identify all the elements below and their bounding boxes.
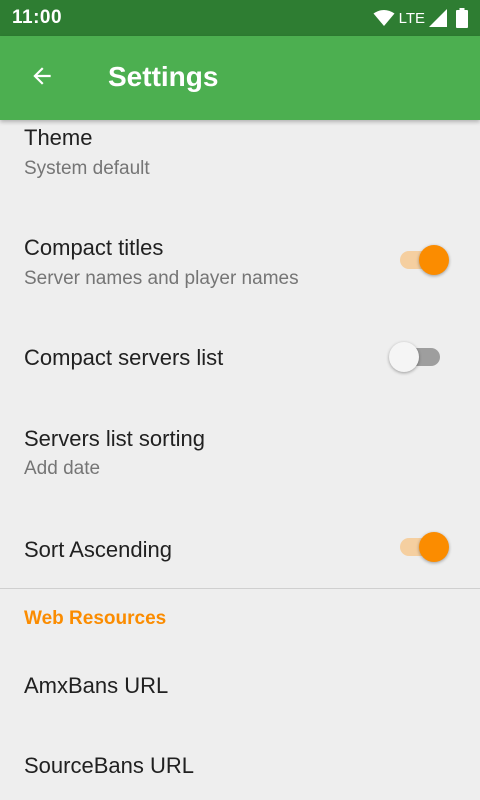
pref-title: Sort Ascending	[24, 537, 172, 562]
category-web-resources: Web Resources	[24, 608, 167, 629]
pref-summary: Add date	[24, 458, 101, 479]
switch-thumb	[419, 532, 449, 562]
page-title: Settings	[108, 61, 219, 92]
battery-icon	[456, 8, 468, 28]
pref-title: SourceBans URL	[24, 753, 194, 778]
pref-servers-list-sorting[interactable]: Servers list sorting Add date	[0, 405, 480, 505]
sort-ascending-switch[interactable]	[396, 527, 452, 567]
compact-titles-switch[interactable]	[396, 240, 452, 280]
pref-title: Servers list sorting	[24, 426, 205, 451]
back-button[interactable]	[20, 58, 64, 98]
switch-thumb	[389, 342, 419, 372]
wifi-icon	[373, 9, 395, 27]
network-type-label: LTE	[398, 9, 425, 27]
compact-servers-list-switch[interactable]	[389, 337, 452, 377]
settings-list: Theme System default Compact titles Serv…	[0, 120, 480, 800]
section-divider	[0, 588, 480, 589]
pref-sort-ascending[interactable]: Sort Ascending	[0, 505, 480, 587]
pref-title: AmxBans URL	[24, 673, 169, 698]
pref-amxbans-url[interactable]: AmxBans URL	[0, 645, 480, 725]
status-time: 11:00	[12, 7, 63, 28]
pref-sourcebans-url[interactable]: SourceBans URL	[0, 725, 480, 800]
arrow-left-icon	[29, 63, 55, 94]
status-icons: LTE	[373, 8, 468, 28]
pref-compact-titles[interactable]: Compact titles Server names and player n…	[0, 210, 480, 320]
cellular-signal-icon	[428, 9, 448, 27]
switch-thumb	[419, 245, 449, 275]
app-bar: Settings	[0, 36, 480, 120]
pref-title: Compact servers list	[24, 345, 224, 370]
pref-theme[interactable]: Theme System default	[0, 120, 480, 202]
pref-compact-servers-list[interactable]: Compact servers list	[0, 320, 480, 395]
pref-summary: Server names and player names	[24, 268, 299, 289]
status-bar: 11:00 LTE	[0, 0, 480, 36]
pref-title: Theme	[24, 125, 93, 150]
pref-title: Compact titles	[24, 235, 164, 260]
pref-summary: System default	[24, 158, 150, 179]
